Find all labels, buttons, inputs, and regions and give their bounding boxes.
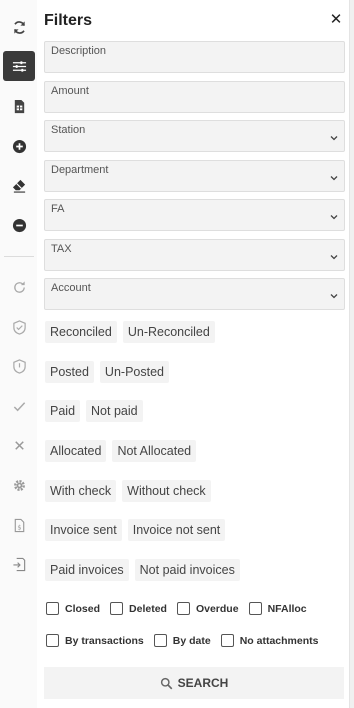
- checkbox-label: No attachments: [239, 634, 319, 647]
- field-label: Account: [51, 282, 91, 294]
- field-label: Station: [51, 124, 86, 136]
- refresh-icon[interactable]: [3, 12, 35, 42]
- checkbox-label: NFAlloc: [267, 602, 307, 615]
- gear-icon[interactable]: [3, 470, 35, 500]
- fa-select[interactable]: FA: [44, 199, 345, 231]
- chevron-down-icon: [330, 136, 338, 141]
- checkbox-box[interactable]: [110, 602, 124, 615]
- close-panel-button[interactable]: ✕: [328, 12, 344, 28]
- checkbox-label: Deleted: [129, 602, 167, 615]
- field-label: Department: [51, 164, 109, 176]
- check-icon[interactable]: [3, 391, 35, 421]
- checkbox-box[interactable]: [176, 602, 190, 615]
- without-check-chip[interactable]: Without check: [122, 480, 211, 502]
- by-transactions-checkbox[interactable]: By transactions: [46, 634, 144, 647]
- posted-filter-group: Posted Un-Posted: [45, 361, 169, 383]
- invoice-sent-chip[interactable]: Invoice sent: [45, 519, 122, 541]
- not-paid-invoices-chip[interactable]: Not paid invoices: [134, 559, 240, 581]
- add-circle-icon[interactable]: [3, 131, 35, 161]
- toolbar-divider: [4, 256, 34, 257]
- spreadsheet-icon[interactable]: [3, 91, 35, 121]
- no-attachments-checkbox[interactable]: No attachments: [220, 634, 319, 647]
- chevron-down-icon: [330, 215, 338, 220]
- redo-icon[interactable]: [3, 272, 35, 302]
- paid-invoices-chip[interactable]: Paid invoices: [45, 559, 129, 581]
- chevron-down-icon: [330, 255, 338, 260]
- not-allocated-chip[interactable]: Not Allocated: [112, 440, 197, 462]
- close-icon[interactable]: [3, 430, 35, 460]
- closed-checkbox[interactable]: Closed: [46, 602, 100, 615]
- un-reconciled-chip[interactable]: Un-Reconciled: [122, 321, 215, 343]
- checkbox-label: Overdue: [195, 602, 239, 615]
- checkbox-box[interactable]: [46, 634, 59, 647]
- overdue-checkbox[interactable]: Overdue: [176, 602, 239, 615]
- paid-invoices-filter-group: Paid invoices Not paid invoices: [45, 559, 240, 581]
- checkbox-box[interactable]: [220, 634, 234, 647]
- svg-text:$: $: [17, 523, 21, 531]
- tax-select[interactable]: TAX: [44, 239, 345, 271]
- checkbox-box[interactable]: [46, 602, 59, 615]
- paid-chip[interactable]: Paid: [45, 400, 81, 422]
- not-paid-chip[interactable]: Not paid: [86, 400, 143, 422]
- panel-title: Filters: [44, 12, 93, 29]
- checkbox-box[interactable]: [248, 602, 262, 615]
- reconciled-filter-group: Reconciled Un-Reconciled: [45, 321, 215, 343]
- chevron-down-icon: [330, 294, 338, 299]
- field-label: FA: [51, 203, 65, 215]
- invoice-sent-filter-group: Invoice sent Invoice not sent: [45, 519, 226, 541]
- department-select[interactable]: Department: [44, 160, 345, 192]
- allocated-chip[interactable]: Allocated: [45, 440, 107, 462]
- station-select[interactable]: Station: [44, 120, 345, 152]
- description-field[interactable]: Description: [44, 41, 345, 73]
- sliders-icon[interactable]: [3, 51, 35, 81]
- remove-circle-icon[interactable]: [3, 210, 35, 240]
- un-posted-chip[interactable]: Un-Posted: [99, 361, 169, 383]
- search-button-label: SEARCH: [177, 676, 229, 690]
- document-dollar-icon[interactable]: $: [3, 510, 35, 540]
- allocated-filter-group: Allocated Not Allocated: [45, 440, 197, 462]
- filters-panel: Filters ✕ Description Amount Station Dep…: [37, 0, 349, 708]
- reconciled-chip[interactable]: Reconciled: [45, 321, 117, 343]
- checkbox-label: By date: [172, 634, 211, 647]
- deleted-checkbox[interactable]: Deleted: [110, 602, 167, 615]
- posted-chip[interactable]: Posted: [45, 361, 94, 383]
- with-check-chip[interactable]: With check: [45, 480, 117, 502]
- background-page-edge: [349, 0, 354, 708]
- amount-field[interactable]: Amount: [44, 81, 345, 113]
- checkbox-box[interactable]: [153, 634, 167, 647]
- field-label: TAX: [51, 243, 72, 255]
- chevron-down-icon: [330, 176, 338, 181]
- checkbox-row: By transactions By date No attachments: [46, 634, 328, 647]
- by-date-checkbox[interactable]: By date: [153, 634, 211, 647]
- invoice-not-sent-chip[interactable]: Invoice not sent: [127, 519, 226, 541]
- eraser-icon[interactable]: [3, 170, 35, 200]
- nfalloc-checkbox[interactable]: NFAlloc: [248, 602, 307, 615]
- check-filter-group: With check Without check: [45, 480, 211, 502]
- search-icon: [160, 677, 173, 689]
- field-label: Description: [51, 45, 107, 57]
- checkbox-row: Closed Deleted Overdue NFAlloc: [46, 602, 317, 615]
- field-label: Amount: [51, 85, 89, 97]
- paid-filter-group: Paid Not paid: [45, 400, 143, 422]
- checkbox-label: By transactions: [65, 634, 144, 647]
- shield-check-icon[interactable]: [3, 312, 35, 342]
- search-button[interactable]: SEARCH: [44, 667, 344, 699]
- side-toolbar: $: [0, 0, 38, 708]
- shield-icon[interactable]: [3, 351, 35, 381]
- checkbox-label: Closed: [65, 602, 101, 615]
- account-select[interactable]: Account: [44, 278, 345, 310]
- export-icon[interactable]: [3, 549, 35, 579]
